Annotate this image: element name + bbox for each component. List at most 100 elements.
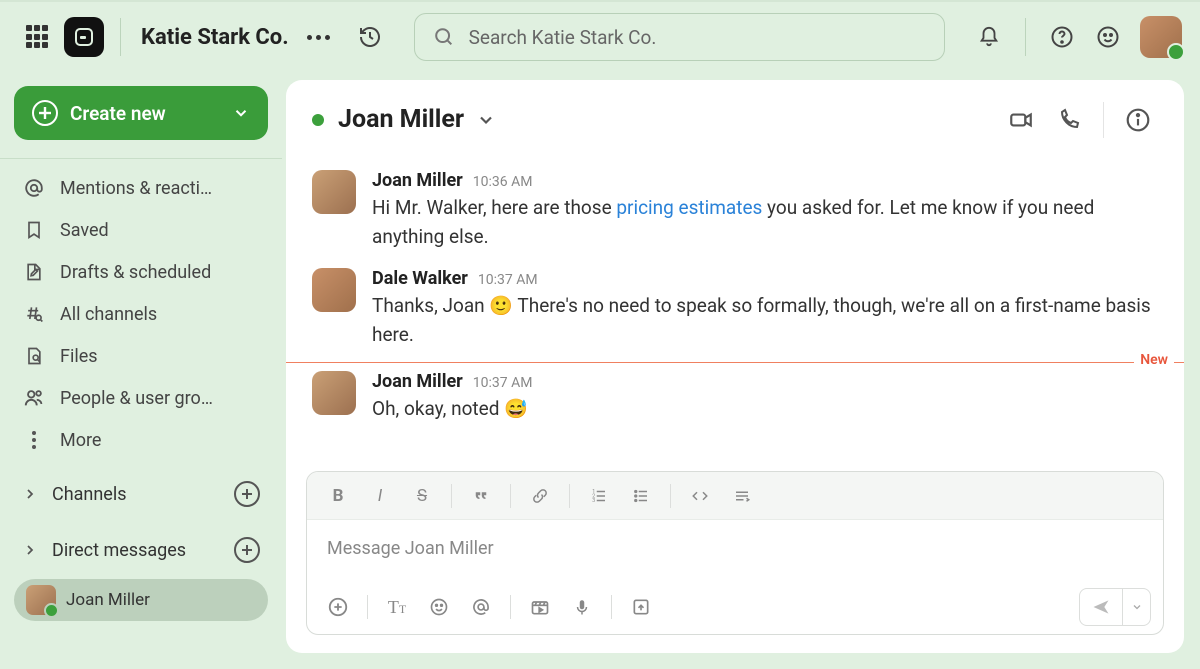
workspace-more-icon[interactable] — [307, 35, 330, 40]
sidebar-item-saved[interactable]: Saved — [0, 209, 282, 251]
divider — [1025, 18, 1026, 56]
message-text: Hi Mr. Walker, here are those pricing es… — [372, 193, 1158, 252]
message-text: Oh, okay, noted 😅 — [372, 394, 1158, 423]
reactions-icon[interactable] — [1088, 17, 1128, 57]
create-new-label: Create new — [70, 102, 166, 125]
app-logo[interactable] — [64, 17, 104, 57]
code-button[interactable] — [681, 479, 719, 513]
quote-button[interactable] — [462, 479, 500, 513]
chevron-right-icon — [22, 486, 40, 502]
hash-search-icon — [22, 302, 46, 326]
divider — [611, 595, 612, 619]
voice-call-button[interactable] — [1049, 100, 1089, 140]
send-options-button[interactable] — [1122, 589, 1150, 625]
message: Joan Miller 10:37 AM Oh, okay, noted 😅 — [286, 365, 1184, 433]
chevron-down-icon[interactable] — [476, 110, 496, 130]
video-clip-button[interactable] — [521, 590, 559, 624]
avatar — [26, 585, 56, 615]
codeblock-button[interactable] — [723, 479, 761, 513]
audio-clip-button[interactable] — [563, 590, 601, 624]
sidebar-item-people[interactable]: People & user gro… — [0, 377, 282, 419]
divider — [367, 595, 368, 619]
composer-actions: TT — [307, 580, 1163, 634]
shortcut-button[interactable] — [622, 590, 660, 624]
sidebar-section-dms[interactable]: Direct messages — [0, 527, 282, 573]
chat-header: Joan Miller — [286, 80, 1184, 160]
chevron-right-icon — [22, 542, 40, 558]
svg-text:3: 3 — [592, 498, 595, 504]
user-avatar[interactable] — [1140, 16, 1182, 58]
more-vertical-icon — [22, 428, 46, 452]
send-icon — [1080, 589, 1122, 625]
top-bar: Katie Stark Co. Search Katie Stark Co. — [0, 0, 1200, 72]
divider — [0, 158, 282, 159]
chat-title[interactable]: Joan Miller — [338, 105, 464, 134]
app-launcher-icon[interactable] — [18, 17, 58, 57]
nav-label: Saved — [60, 220, 109, 241]
message-input[interactable]: Message Joan Miller — [307, 520, 1163, 580]
link-button[interactable] — [521, 479, 559, 513]
divider — [510, 595, 511, 619]
message-author[interactable]: Joan Miller — [372, 170, 463, 191]
message-author[interactable]: Joan Miller — [372, 371, 463, 392]
nav-label: Files — [60, 346, 98, 367]
divider — [510, 484, 511, 508]
sidebar-item-drafts[interactable]: Drafts & scheduled — [0, 251, 282, 293]
nav-label: More — [60, 430, 101, 451]
format-toolbar: B I S 123 — [307, 472, 1163, 520]
bookmark-icon — [22, 218, 46, 242]
history-icon[interactable] — [350, 17, 390, 57]
divider — [670, 484, 671, 508]
divider — [569, 484, 570, 508]
create-new-button[interactable]: Create new — [14, 86, 268, 140]
notifications-icon[interactable] — [969, 17, 1009, 57]
avatar[interactable] — [312, 170, 356, 214]
plus-icon — [32, 100, 58, 126]
avatar[interactable] — [312, 268, 356, 312]
italic-button[interactable]: I — [361, 479, 399, 513]
nav-label: Mentions & reacti… — [60, 178, 212, 199]
sidebar-section-channels[interactable]: Channels — [0, 471, 282, 517]
sidebar-item-more[interactable]: More — [0, 419, 282, 461]
message-list: Joan Miller 10:36 AM Hi Mr. Walker, here… — [286, 160, 1184, 465]
at-icon — [22, 176, 46, 200]
link-pricing-estimates[interactable]: pricing estimates — [616, 196, 762, 219]
sidebar: Create new Mentions & reacti… Saved Draf… — [0, 72, 282, 669]
ordered-list-button[interactable]: 123 — [580, 479, 618, 513]
message: Dale Walker 10:37 AM Thanks, Joan 🙂 Ther… — [286, 262, 1184, 360]
divider — [451, 484, 452, 508]
section-label: Channels — [52, 484, 127, 505]
dm-item-joan-miller[interactable]: Joan Miller — [14, 579, 268, 621]
message: Joan Miller 10:36 AM Hi Mr. Walker, here… — [286, 164, 1184, 262]
chevron-down-icon — [232, 104, 250, 122]
mention-button[interactable] — [462, 590, 500, 624]
add-channel-button[interactable] — [234, 481, 260, 507]
video-call-button[interactable] — [1001, 100, 1041, 140]
bold-button[interactable]: B — [319, 479, 357, 513]
emoji-button[interactable] — [420, 590, 458, 624]
sidebar-item-files[interactable]: Files — [0, 335, 282, 377]
workspace-name[interactable]: Katie Stark Co. — [141, 25, 289, 50]
message-author[interactable]: Dale Walker — [372, 268, 468, 289]
composer-placeholder: Message Joan Miller — [327, 538, 494, 559]
text-style-button[interactable]: TT — [378, 590, 416, 624]
help-icon[interactable] — [1042, 17, 1082, 57]
info-button[interactable] — [1118, 100, 1158, 140]
composer: B I S 123 Message Joan Miller TT — [306, 471, 1164, 635]
send-button[interactable] — [1079, 588, 1151, 626]
draft-icon — [22, 260, 46, 284]
bullet-list-button[interactable] — [622, 479, 660, 513]
add-dm-button[interactable] — [234, 537, 260, 563]
nav-label: Drafts & scheduled — [60, 262, 211, 283]
strikethrough-button[interactable]: S — [403, 479, 441, 513]
nav-label: All channels — [60, 304, 157, 325]
search-input[interactable]: Search Katie Stark Co. — [414, 13, 945, 61]
divider — [120, 18, 121, 56]
dm-label: Joan Miller — [66, 590, 150, 610]
avatar[interactable] — [312, 371, 356, 415]
section-label: Direct messages — [52, 540, 186, 561]
attach-button[interactable] — [319, 590, 357, 624]
sidebar-item-mentions[interactable]: Mentions & reacti… — [0, 167, 282, 209]
file-icon — [22, 344, 46, 368]
sidebar-item-all-channels[interactable]: All channels — [0, 293, 282, 335]
